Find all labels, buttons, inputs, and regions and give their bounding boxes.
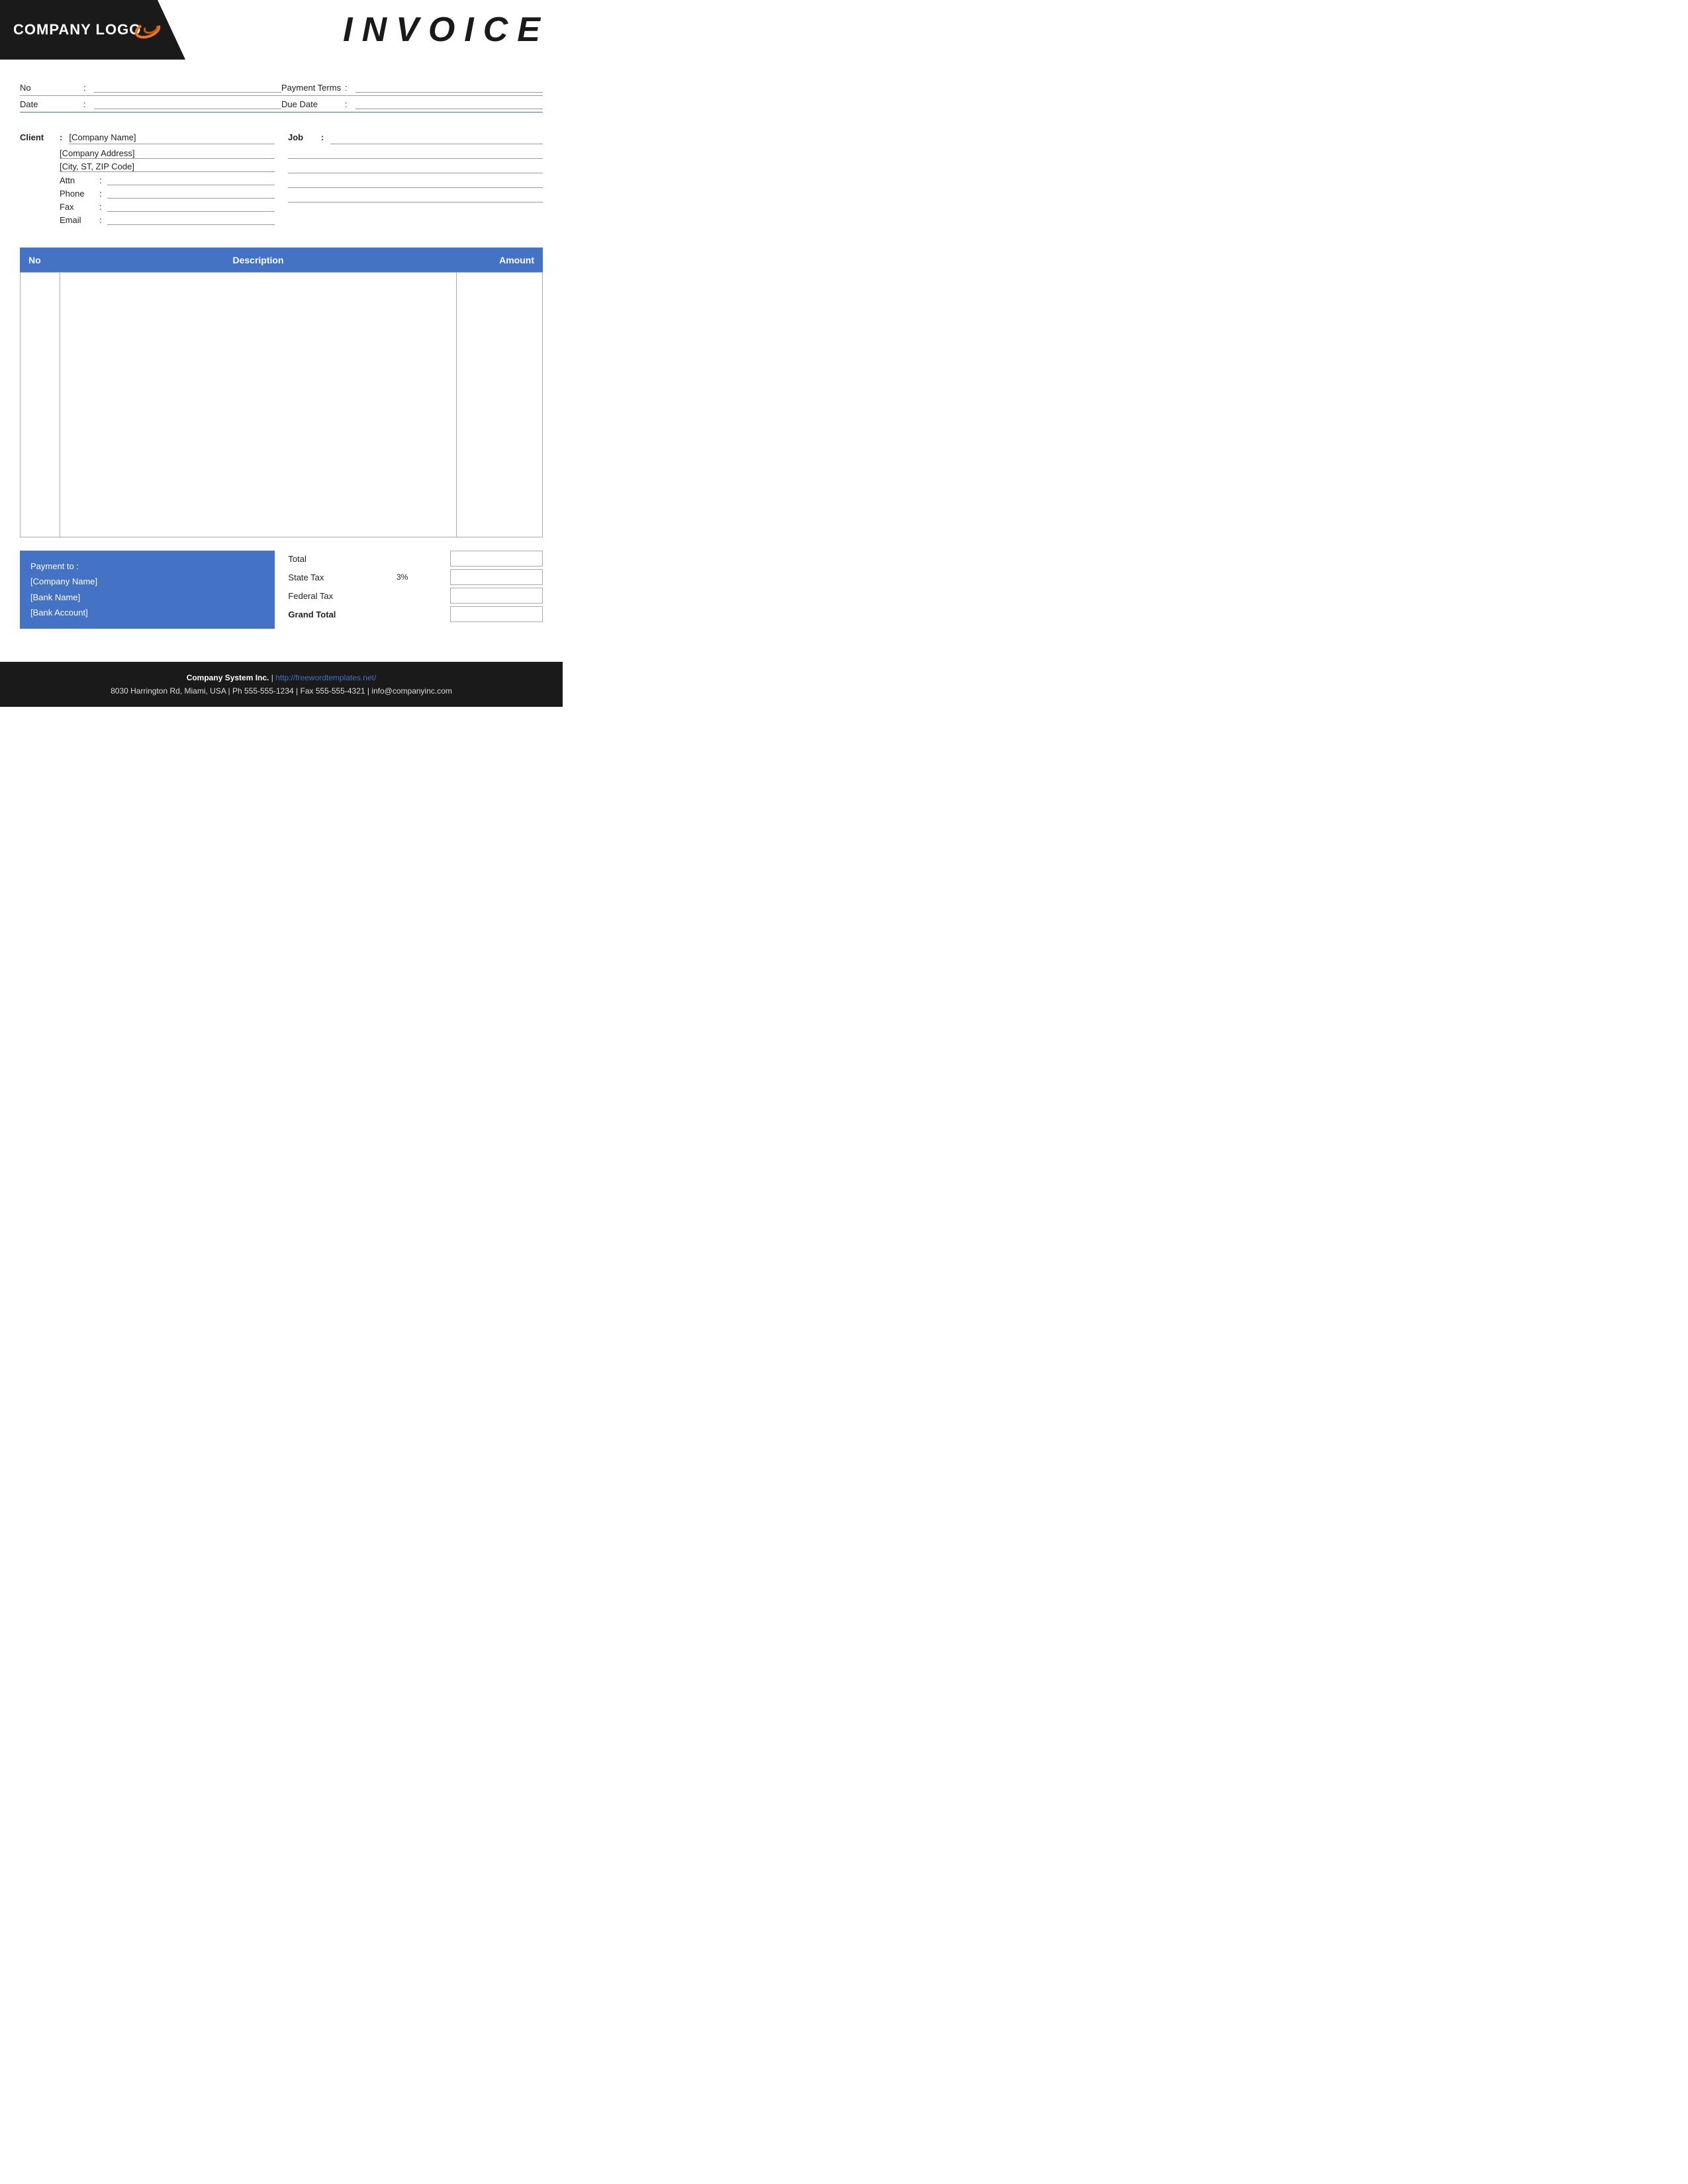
footer-company: Company System Inc. [187,673,269,682]
client-fax-colon: : [99,202,102,212]
totals-block: Total State Tax 3% Federal Tax Grand Tot… [288,551,543,629]
meta-date: Date : [20,99,281,109]
meta-date-label: Date [20,99,79,109]
totals-state-tax-value [450,569,543,585]
job-block: Job : [288,132,543,228]
job-extra-line-4 [288,192,543,203]
client-attn-colon: : [99,175,102,185]
footer-website[interactable]: http://freewordtemplates.net/ [275,673,376,682]
client-address-row: [Company Address] [20,148,275,159]
client-header: Client : [Company Name] [20,132,275,144]
client-email-colon: : [99,215,102,225]
job-colon: : [321,132,324,142]
table-header: No Description Amount [21,248,543,273]
client-attn-row: Attn : [20,175,275,185]
footer-line-2: 8030 Harrington Rd, Miami, USA | Ph 555-… [13,684,549,698]
meta-payment-terms-value [355,82,543,93]
invoice-title: INVOICE [343,10,549,50]
client-email-label: Email [60,215,99,225]
client-fax-row: Fax : [20,201,275,212]
payment-account: [Bank Account] [30,605,264,620]
col-header-amount: Amount [457,248,543,273]
job-extra-line-1 [288,148,543,159]
totals-federal-tax-label: Federal Tax [288,591,354,601]
client-email-row: Email : [20,214,275,225]
job-extra-line-3 [288,177,543,188]
client-company-name: [Company Name] [69,132,275,144]
meta-row-1: No : Payment Terms : [20,79,543,96]
col-header-no: No [21,248,60,273]
meta-no-colon: : [83,83,86,93]
footer: Company System Inc. | http://freewordtem… [0,662,563,707]
payment-title: Payment to : [30,559,264,574]
client-fax-label: Fax [60,202,99,212]
meta-row-2: Date : Due Date : [20,96,543,113]
totals-row-state-tax: State Tax 3% [288,569,543,585]
client-label: Client [20,132,60,142]
table-cell-amount [457,273,543,537]
client-phone-value [107,188,275,199]
totals-state-tax-label: State Tax [288,572,354,582]
invoice-table: No Description Amount [20,248,543,537]
logo-swirl-icon [135,21,160,39]
client-phone-label: Phone [60,189,99,199]
payment-block: Payment to : [Company Name] [Bank Name] … [20,551,275,629]
totals-total-label: Total [288,554,354,564]
job-label: Job [288,132,321,142]
table-body [21,273,543,537]
job-extra-line-2 [288,163,543,173]
bottom-section: Payment to : [Company Name] [Bank Name] … [0,551,563,642]
table-header-row: No Description Amount [21,248,543,273]
totals-total-value [450,551,543,567]
meta-due-date-label: Due Date [281,99,341,109]
client-attn-label: Attn [60,175,99,185]
totals-federal-tax-value [450,588,543,604]
payment-company: [Company Name] [30,574,264,589]
client-block: Client : [Company Name] [Company Address… [20,132,275,228]
client-phone-colon: : [99,189,102,199]
client-city-state-zip: [City, ST, ZIP Code] [60,161,275,172]
meta-no-value [94,82,281,93]
meta-no-label: No [20,83,79,93]
meta-due-date-value [355,99,543,109]
meta-payment-terms-colon: : [345,83,348,93]
client-job-section: Client : [Company Name] [Company Address… [0,126,563,241]
logo-block: COMPANY LOGO [0,0,185,60]
table-cell-description [60,273,457,537]
payment-bank: [Bank Name] [30,590,264,605]
totals-state-tax-pct: 3% [397,572,408,582]
meta-due-date: Due Date : [281,99,543,109]
meta-date-colon: : [83,99,86,109]
client-email-value [107,214,275,225]
table-row [21,273,543,537]
meta-date-value [94,99,281,109]
invoice-title-block: INVOICE [185,0,563,60]
client-attn-value [107,175,275,185]
job-value [330,132,543,144]
totals-grand-total-value [450,606,543,622]
totals-grand-total-label: Grand Total [288,610,354,619]
company-logo-text: COMPANY LOGO [13,21,141,38]
totals-row-federal-tax: Federal Tax [288,588,543,604]
client-colon: : [60,132,62,142]
meta-no: No : [20,82,281,93]
meta-section: No : Payment Terms : Date : Due Date : [0,73,563,119]
meta-payment-terms-label: Payment Terms [281,83,341,93]
job-extra-lines [288,148,543,203]
totals-row-total: Total [288,551,543,567]
page-header: COMPANY LOGO INVOICE [0,0,563,60]
col-header-description: Description [60,248,457,273]
client-fax-value [107,201,275,212]
totals-row-grand-total: Grand Total [288,606,543,622]
meta-payment-terms: Payment Terms : [281,82,543,93]
client-phone-row: Phone : [20,188,275,199]
meta-due-date-colon: : [345,99,348,109]
footer-line-1: Company System Inc. | http://freewordtem… [13,671,549,684]
table-cell-no [21,273,60,537]
job-header: Job : [288,132,543,144]
client-city-row: [City, ST, ZIP Code] [20,161,275,172]
client-company-address: [Company Address] [60,148,275,159]
